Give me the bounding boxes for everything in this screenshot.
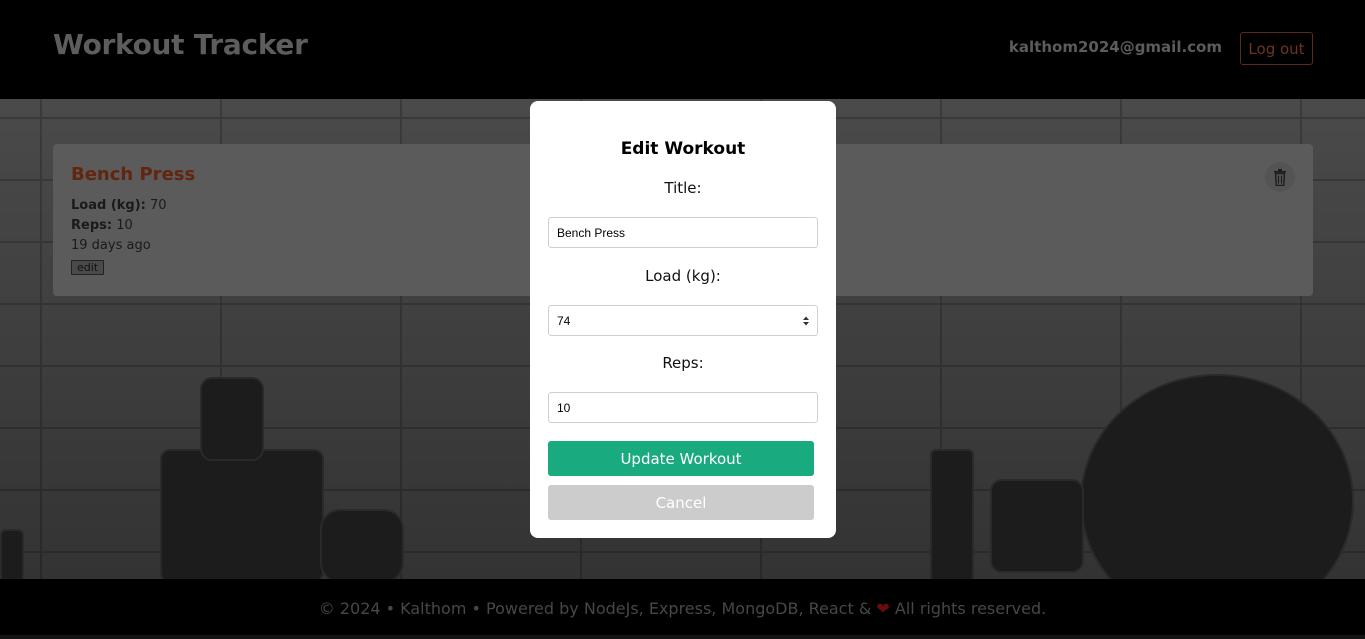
trash-icon [1274,168,1286,186]
workout-reps-value: 10 [116,218,133,233]
weight-plate-decor [990,479,1084,573]
cancel-button[interactable]: Cancel [548,485,814,520]
load-field-wrapper [548,305,818,336]
weight-plate-decor [0,529,24,579]
footer: © 2024 • Kalthom • Powered by NodeJs, Ex… [0,579,1365,635]
reps-label: Reps: [662,354,704,372]
edit-workout-modal: Edit Workout Title: Load (kg): Reps: Upd… [530,101,836,538]
weight-plate-decor [160,449,324,579]
workout-age: 19 days ago [71,238,151,253]
workout-load-value: 70 [150,198,167,213]
load-label: Load (kg): [645,267,721,285]
weight-plate-decor [200,377,264,461]
logout-button[interactable]: Log out [1240,32,1313,65]
app-title: Workout Tracker [53,28,308,61]
load-input[interactable] [548,305,818,336]
weight-plate-decor [930,449,974,579]
title-input[interactable] [548,217,818,248]
weight-plate-decor [320,509,404,579]
workout-load: Load (kg): 70 [71,198,167,213]
workout-reps-label: Reps: [71,218,113,233]
title-label: Title: [664,179,702,197]
header-bar: Workout Tracker kalthom2024@gmail.com Lo… [0,0,1365,99]
heart-icon: ❤ [876,599,890,618]
workout-reps: Reps: 10 [71,218,133,233]
update-workout-button[interactable]: Update Workout [548,441,814,476]
edit-workout-button[interactable]: edit [71,260,105,275]
footer-text: © 2024 • Kalthom • Powered by NodeJs, Ex… [318,599,872,618]
delete-workout-button[interactable] [1265,162,1295,192]
workout-load-label: Load (kg): [71,198,146,213]
number-spinner-icon[interactable] [802,315,810,327]
reps-input[interactable] [548,392,818,423]
workout-title: Bench Press [71,164,196,185]
footer-rights: All rights reserved. [894,599,1047,618]
user-email: kalthom2024@gmail.com [1008,38,1222,56]
modal-title: Edit Workout [620,139,746,159]
